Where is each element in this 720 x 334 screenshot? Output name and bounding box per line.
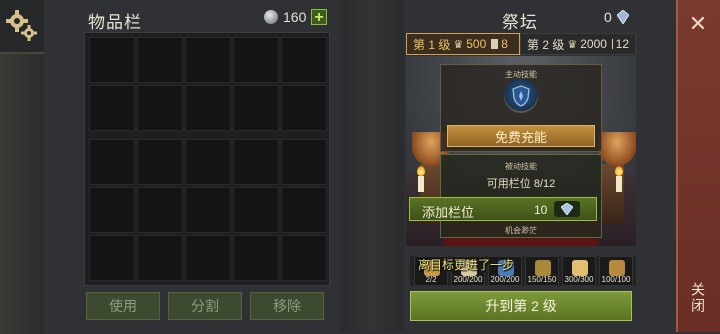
split-button[interactable]: 分割 [168,292,242,320]
inventory-title: 物品栏 [88,13,142,32]
inventory-panel [84,32,330,286]
requirement-value: 100/100 [601,275,631,284]
use-button[interactable]: 使用 [86,292,160,320]
level-1-scrolls: 8 [501,37,508,51]
inventory-slot[interactable] [137,139,183,185]
inventory-slot[interactable] [281,187,327,233]
coin-count: 160 [283,9,307,25]
inventory-grid-top [89,37,327,131]
requirement-item[interactable]: 100/100 [599,256,633,286]
inventory-slot[interactable] [185,37,231,83]
inventory-slot[interactable] [137,235,183,281]
inventory-slot[interactable] [233,37,279,83]
gem-icon [617,10,629,24]
inventory-slot[interactable] [89,85,135,131]
inventory-slot[interactable] [281,37,327,83]
crown-icon: ♛ [567,38,578,51]
urn-right [598,132,636,166]
gem-count: 0 [604,9,612,25]
requirement-item[interactable]: 150/150 [525,256,559,286]
settings-button[interactable] [2,6,42,46]
gear-icon [6,10,37,41]
inventory-slot[interactable] [89,235,135,281]
active-skill-icon[interactable] [504,79,538,113]
sidebar-tab[interactable] [0,52,44,334]
close-label: 关闭 [690,282,706,314]
inventory-slot[interactable] [233,139,279,185]
add-slot-label: 添加栏位 [422,205,475,220]
requirement-value: 300/300 [564,275,594,284]
inventory-slot[interactable] [185,187,231,233]
inventory-slot[interactable] [185,235,231,281]
available-slots: 可用栏位 8/12 [486,178,556,190]
add-coins-button[interactable]: + [311,9,327,26]
requirement-value: 2/2 [425,275,437,284]
inventory-slot[interactable] [233,85,279,131]
inventory-slot[interactable] [89,139,135,185]
candle-right [616,176,622,192]
add-slot-button[interactable]: 添加栏位 10 [409,197,597,221]
upgrade-button[interactable]: 升到第 2 级 [410,291,632,321]
level-2-scrolls: 12 [615,37,629,51]
shield-icon [512,85,530,107]
crown-icon: ♛ [453,38,464,51]
requirement-value: 200/200 [490,275,520,284]
inventory-slot[interactable] [281,235,327,281]
active-skill-card: 主动技能 免费充能 [440,64,602,152]
remove-button[interactable]: 移除 [250,292,324,320]
gem-icon [554,201,580,217]
inventory-slot[interactable] [281,85,327,131]
progress-toast: 离目标更进了一步 [418,258,515,272]
passive-skill-label: 被动技能 [505,162,537,171]
inventory-slot[interactable] [137,187,183,233]
requirement-value: 150/150 [527,275,557,284]
altar-title: 祭坛 [502,13,538,32]
inventory-slot[interactable] [185,139,231,185]
panel-divider [340,0,404,332]
passive-skill-card: 被动技能 可用栏位 8/12 添加栏位 10 机会渺茫 [409,154,602,238]
level-1-crowns: 500 [466,37,487,51]
silver-coin-icon [264,10,278,24]
tab-level-1[interactable]: 第 1 级 ♛ 500 8 [406,33,520,55]
inventory-slot[interactable] [281,139,327,185]
scroll-icon [491,39,499,49]
level-1-label: 第 1 级 [413,37,451,52]
goblet-icon [609,260,625,276]
level-2-crowns: 2000 [580,37,607,51]
free-charge-button[interactable]: 免费充能 [447,125,595,147]
add-slot-cost: 10 [534,203,548,217]
inventory-slot[interactable] [137,85,183,131]
scroll-icon [611,39,613,49]
flame-icon [615,166,623,176]
inventory-slot[interactable] [185,85,231,131]
inventory-slot[interactable] [137,37,183,83]
inventory-slot[interactable] [89,37,135,83]
candle-icon [572,260,588,276]
requirement-item[interactable]: 300/300 [562,256,596,286]
tab-level-2[interactable]: 第 2 级 ♛ 2000 12 [520,33,636,55]
inventory-slot[interactable] [233,187,279,233]
requirement-value: 200/200 [453,275,483,284]
candle-left [418,176,424,192]
inventory-slot[interactable] [89,187,135,233]
inventory-slot[interactable] [233,235,279,281]
level-2-label: 第 2 级 [527,37,565,52]
orb-icon [535,260,551,276]
close-icon[interactable]: ✕ [684,10,712,38]
inventory-grid-bottom [89,139,327,281]
chance-text: 机会渺茫 [505,226,537,235]
flame-icon [417,166,425,176]
